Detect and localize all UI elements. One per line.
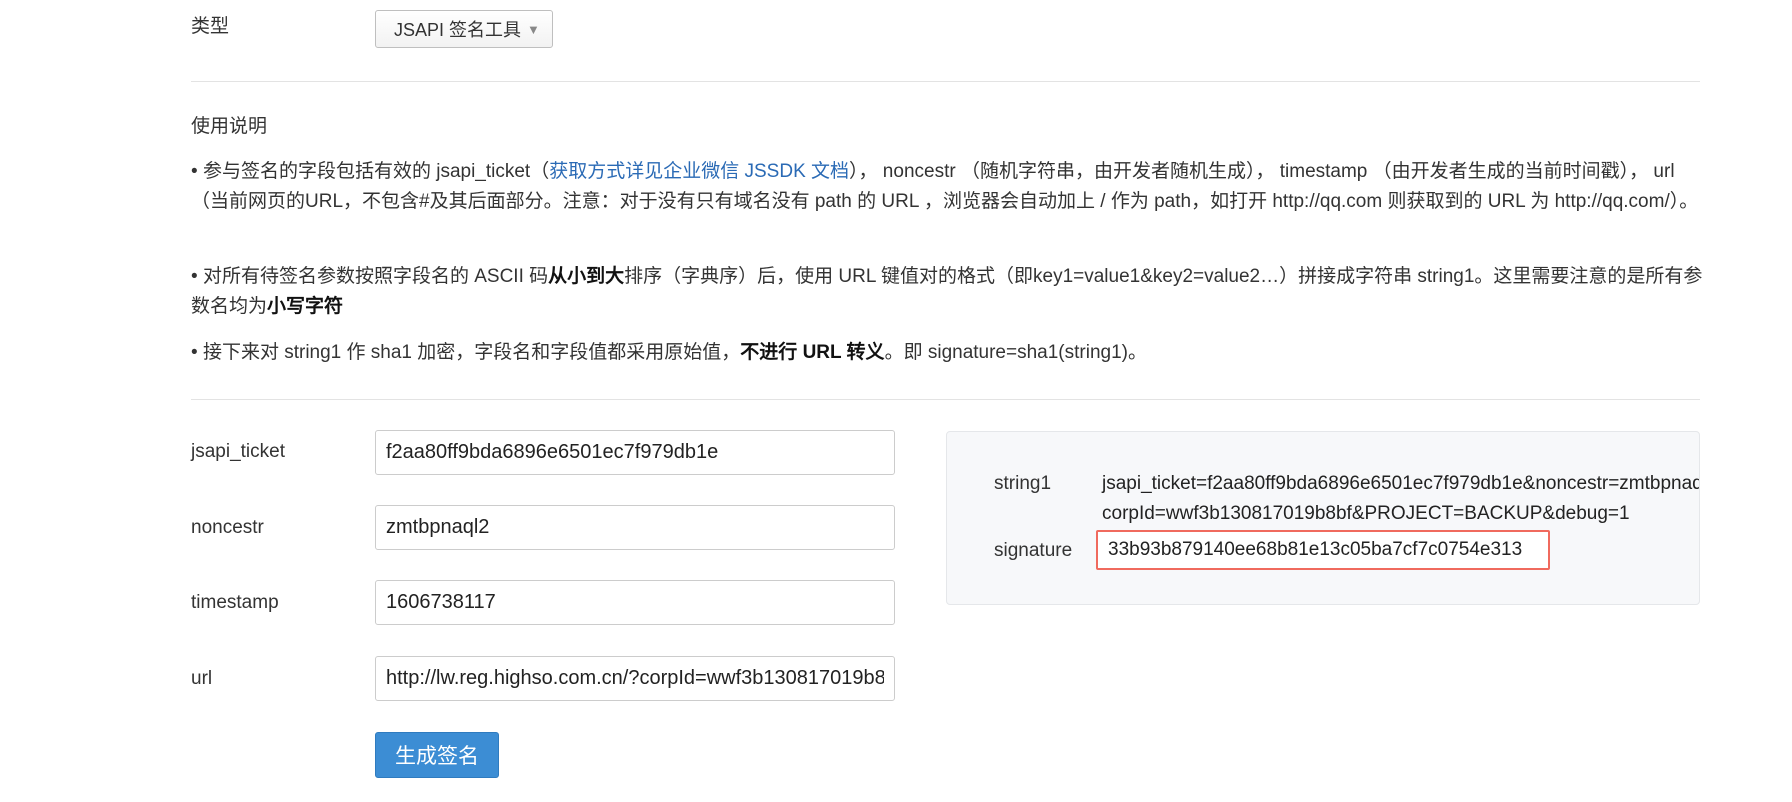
chevron-down-icon: ▼: [527, 21, 540, 37]
instruction-text: 接下来对 string1 作 sha1 加密，字段名和字段值都采用原始值，: [202, 342, 741, 363]
string1-value-line2: corpId=wwf3b130817019b8bf&PROJECT=BACKUP…: [1102, 503, 1630, 524]
string1-label: string1: [994, 473, 1052, 494]
generate-signature-button[interactable]: 生成签名: [375, 732, 499, 778]
url-input[interactable]: [375, 656, 895, 701]
string1-value-line1: jsapi_ticket=f2aa80ff9bda6896e6501ec7f97…: [1102, 473, 1700, 494]
divider-top: [191, 81, 1700, 82]
noncestr-input[interactable]: [375, 505, 895, 550]
signature-value: 33b93b879140ee68b81e13c05ba7cf7c0754e313: [1096, 530, 1550, 570]
bullet: •: [191, 266, 203, 287]
url-label: url: [191, 668, 213, 689]
instruction-item-2: • 对所有待签名参数按照字段名的 ASCII 码从小到大排序（字典序）后，使用 …: [191, 262, 1706, 322]
divider-middle: [191, 399, 1700, 400]
jsapi-ticket-input[interactable]: [375, 430, 895, 475]
type-select-value: JSAPI 签名工具: [394, 20, 522, 40]
noncestr-label: noncestr: [191, 517, 264, 538]
instruction-text: 参与签名的字段包括有效的 jsapi_ticket（: [202, 161, 550, 182]
signature-label: signature: [994, 540, 1073, 561]
instruction-item-1: • 参与签名的字段包括有效的 jsapi_ticket（获取方式详见企业微信 J…: [191, 157, 1706, 217]
instruction-text: 对所有待签名参数按照字段名的 ASCII 码: [202, 266, 549, 287]
instruction-item-3: • 接下来对 string1 作 sha1 加密，字段名和字段值都采用原始值，不…: [191, 338, 1706, 368]
bullet: •: [191, 161, 203, 182]
bullet: •: [191, 342, 203, 363]
jssdk-doc-link[interactable]: 获取方式详见企业微信 JSSDK 文档: [549, 161, 849, 182]
instructions-title: 使用说明: [191, 116, 268, 137]
type-select[interactable]: JSAPI 签名工具 ▼: [375, 10, 553, 48]
jsapi-signature-tool-page: 类型 JSAPI 签名工具 ▼ 使用说明 • 参与签名的字段包括有效的 jsap…: [0, 0, 1792, 802]
timestamp-input[interactable]: [375, 580, 895, 625]
type-label: 类型: [191, 16, 230, 37]
jsapi-ticket-label: jsapi_ticket: [191, 441, 285, 462]
result-panel: string1 jsapi_ticket=f2aa80ff9bda6896e65…: [946, 431, 1700, 605]
instruction-emphasis: 从小到大: [548, 266, 625, 287]
instruction-text: 。即 signature=sha1(string1)。: [884, 342, 1147, 363]
instruction-emphasis: 不进行 URL 转义: [740, 342, 885, 363]
instruction-emphasis: 小写字符: [267, 296, 344, 317]
timestamp-label: timestamp: [191, 592, 279, 613]
